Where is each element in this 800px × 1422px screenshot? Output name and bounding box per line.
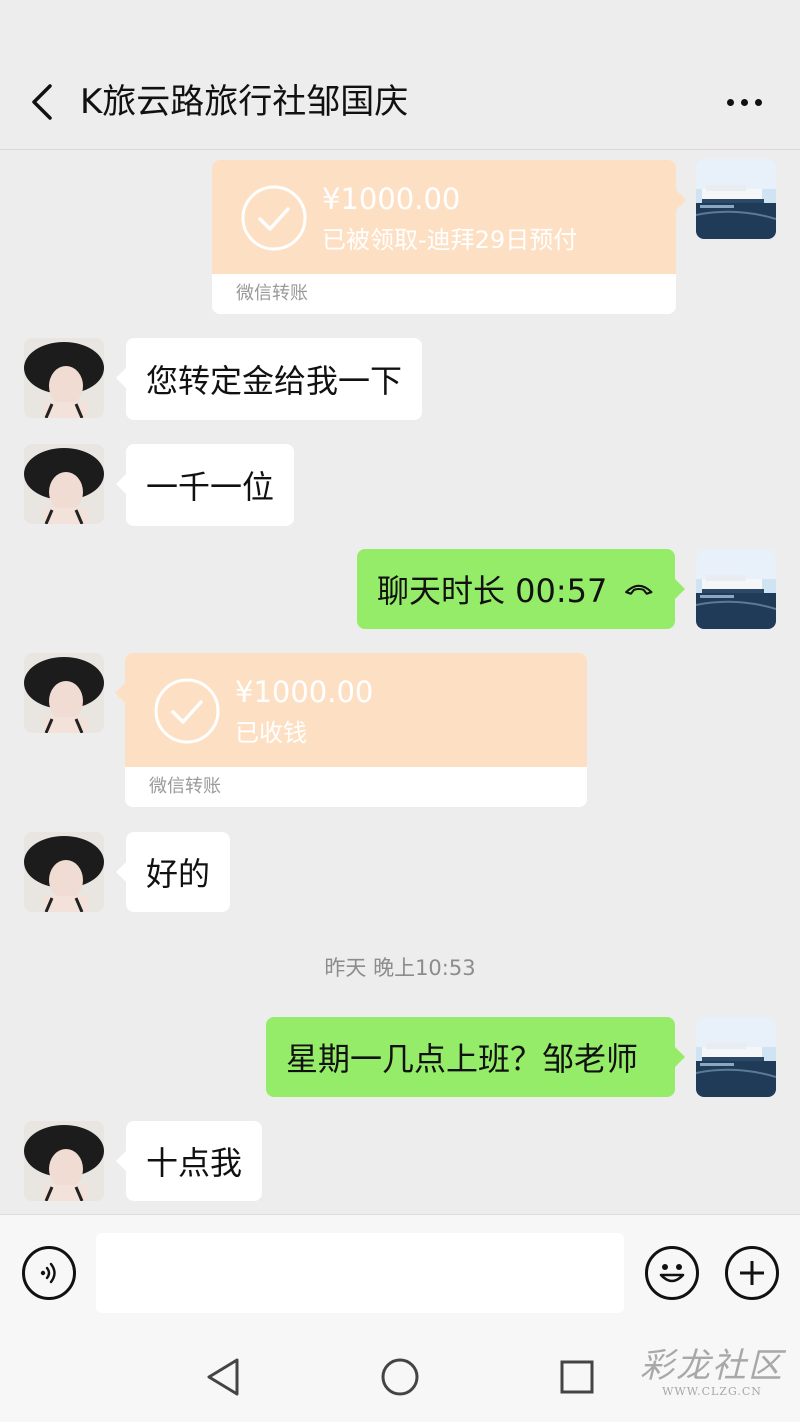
cruise-ship-avatar-image bbox=[696, 159, 776, 239]
woman-hat-avatar-image bbox=[24, 338, 104, 418]
transfer-amount: ¥1000.00 bbox=[235, 675, 374, 709]
emoji-icon bbox=[659, 1264, 685, 1283]
more-button[interactable] bbox=[716, 78, 772, 126]
nav-recent-button[interactable] bbox=[552, 1352, 602, 1402]
contact-avatar[interactable] bbox=[24, 832, 104, 912]
message-bubble[interactable]: 星期一几点上班？邹老师 bbox=[266, 1017, 685, 1097]
more-dots-icon bbox=[726, 98, 762, 106]
my-avatar[interactable] bbox=[696, 159, 776, 239]
voice-icon bbox=[40, 1262, 56, 1284]
contact-avatar[interactable] bbox=[24, 653, 104, 733]
contact-avatar[interactable] bbox=[24, 444, 104, 524]
woman-hat-avatar-image bbox=[24, 1121, 104, 1201]
message-bubble[interactable]: 一千一位 bbox=[115, 444, 295, 526]
transfer-status: 已收钱 bbox=[235, 719, 307, 747]
woman-hat-avatar-image bbox=[24, 653, 104, 733]
woman-hat-avatar-image bbox=[24, 444, 104, 524]
contact-avatar[interactable] bbox=[24, 1121, 104, 1201]
transfer-footer: 微信转账 bbox=[125, 767, 587, 807]
message-bubble[interactable]: 您转定金给我一下 bbox=[115, 338, 423, 420]
my-avatar[interactable] bbox=[696, 549, 776, 629]
square-recent-icon bbox=[560, 1360, 594, 1394]
message-input[interactable] bbox=[96, 1233, 624, 1313]
cruise-ship-avatar-image bbox=[696, 549, 776, 629]
message-timestamp: 昨天 晚上10:53 bbox=[324, 956, 476, 980]
input-bar bbox=[0, 1214, 800, 1330]
transfer-footer: 微信转账 bbox=[212, 274, 676, 314]
chat-screen: K旅云路旅行社邹国庆 ¥1000.00 已被领取-迪拜29日预付 微信转账 您转… bbox=[0, 0, 800, 1422]
call-duration: 聊天时长 00:57 bbox=[377, 572, 608, 610]
cruise-ship-avatar-image bbox=[696, 1017, 776, 1097]
circle-home-icon bbox=[381, 1358, 419, 1396]
back-button[interactable] bbox=[18, 78, 66, 126]
call-record-bubble[interactable]: 聊天时长 00:57 bbox=[357, 549, 685, 629]
nav-back-button[interactable] bbox=[198, 1352, 248, 1402]
check-circle-icon bbox=[154, 678, 220, 744]
system-nav-bar: 彩龙社区 WWW.CLZG.CN bbox=[0, 1330, 800, 1422]
woman-hat-avatar-image bbox=[24, 832, 104, 912]
message-bubble[interactable]: 好的 bbox=[115, 832, 231, 912]
contact-avatar[interactable] bbox=[24, 338, 104, 418]
plus-icon bbox=[740, 1261, 764, 1285]
chat-header: K旅云路旅行社邹国庆 bbox=[0, 0, 800, 150]
transfer-card[interactable]: ¥1000.00 已被领取-迪拜29日预付 微信转账 bbox=[212, 160, 686, 314]
triangle-back-icon bbox=[207, 1358, 239, 1396]
message-bubble[interactable]: 十点我 bbox=[115, 1121, 263, 1201]
more-functions-button[interactable] bbox=[725, 1246, 779, 1300]
phone-hangup-icon bbox=[625, 584, 653, 595]
transfer-amount: ¥1000.00 bbox=[322, 182, 461, 216]
chat-title: K旅云路旅行社邹国庆 bbox=[80, 82, 409, 122]
transfer-card[interactable]: ¥1000.00 已收钱 微信转账 bbox=[115, 653, 587, 807]
check-circle-icon bbox=[241, 185, 307, 251]
transfer-status: 已被领取-迪拜29日预付 bbox=[322, 226, 578, 254]
chevron-left-icon bbox=[32, 84, 52, 120]
site-watermark: 彩龙社区 WWW.CLZG.CN bbox=[640, 1346, 784, 1398]
my-avatar[interactable] bbox=[696, 1017, 776, 1097]
emoji-button[interactable] bbox=[645, 1246, 699, 1300]
nav-home-button[interactable] bbox=[375, 1352, 425, 1402]
voice-button[interactable] bbox=[22, 1246, 76, 1300]
